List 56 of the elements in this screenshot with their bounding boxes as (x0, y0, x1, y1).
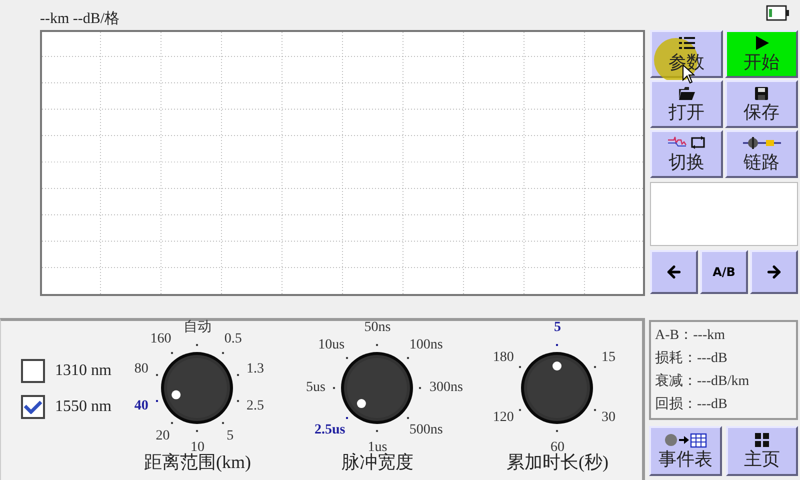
knob[interactable] (160, 351, 234, 425)
ab-toggle-button[interactable]: A/B (700, 250, 748, 294)
reading-text: 损耗：---dB (655, 350, 728, 368)
checkbox[interactable] (21, 395, 45, 419)
wavelength-label: 1550 nm (55, 397, 112, 417)
toolbar-button[interactable]: 保存 (725, 80, 798, 128)
play-icon (754, 36, 768, 50)
battery-icon (766, 5, 790, 21)
dial-label: 40 (134, 398, 148, 415)
next-button[interactable] (750, 250, 798, 294)
dial-label: 120 (492, 410, 514, 426)
dial-label: 2.5 (246, 398, 264, 415)
dial-label: 300ns (429, 380, 463, 396)
dial-label: 5us (306, 380, 326, 396)
dial-label: 20 (156, 428, 170, 445)
event-table-button[interactable]: 事件表 (649, 426, 722, 476)
folder-icon (678, 86, 694, 100)
arrow-right-icon (765, 263, 783, 281)
check-icon (24, 400, 42, 414)
connector-icon (742, 137, 780, 149)
dial-label: 180 (492, 350, 514, 366)
knob[interactable] (520, 351, 594, 425)
dial-label: 5 (226, 428, 234, 445)
toolbar-button[interactable]: 切换 (650, 130, 723, 178)
reading-text: 回损：---dB (655, 396, 728, 414)
dial-label: 5 (554, 320, 561, 336)
dial-label: 500ns (409, 422, 443, 438)
reading-text: 衰减：---dB/km (655, 372, 750, 391)
floppy-icon (755, 86, 768, 100)
dial-label: 30 (602, 410, 616, 426)
dial-label: 50ns (364, 320, 391, 336)
reading-text: A-B：---km (655, 327, 726, 345)
home-button[interactable]: 主页 (726, 426, 798, 476)
knob-title: 脉冲宽度 (341, 452, 414, 473)
trace-switch-icon (668, 135, 706, 151)
dial-label: 2.5us (314, 422, 346, 438)
dial-label: 0.5 (224, 331, 242, 348)
previous-button[interactable] (650, 250, 698, 294)
dial-label: 10us (318, 338, 345, 354)
dial-label: 15 (602, 350, 616, 366)
grid-icon (754, 433, 769, 447)
dial-label: 自动 (183, 320, 212, 336)
dial-label: 80 (134, 361, 148, 378)
scale-label: --km --dB/格 (40, 10, 121, 29)
start-button[interactable]: 开始 (725, 30, 798, 78)
knob[interactable] (340, 351, 414, 425)
dial-label: 160 (150, 331, 172, 348)
toolbar-button[interactable]: 链路 (725, 130, 798, 178)
event-table-icon (663, 432, 708, 448)
dial-label: 1.3 (246, 361, 264, 378)
wavelength-label: 1310 nm (55, 361, 112, 381)
checkbox[interactable] (21, 359, 45, 383)
dial-label: 100ns (409, 338, 443, 354)
list-icon (678, 37, 694, 49)
toolbar-button[interactable]: 打开 (650, 80, 723, 128)
knob-title: 累加时长(秒) (506, 452, 608, 473)
